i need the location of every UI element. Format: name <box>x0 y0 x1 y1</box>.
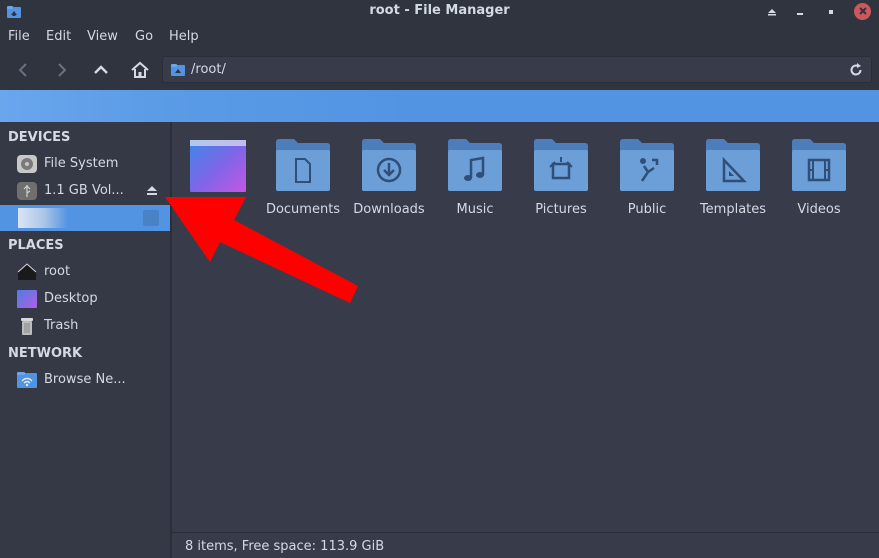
usb-drive-icon <box>17 182 37 200</box>
sidebar-item-label: Browse Ne... <box>44 372 126 387</box>
forward-button[interactable] <box>49 58 73 82</box>
file-item-label: Public <box>627 202 667 217</box>
pictures-folder-icon <box>534 139 588 191</box>
home-icon <box>131 61 149 78</box>
sidebar-item-label: root <box>44 264 71 279</box>
network-heading: NETWORK <box>8 346 83 361</box>
title-bar: root - File Manager <box>0 0 879 24</box>
file-item-label: Pictures <box>535 202 587 217</box>
forward-arrow-icon <box>58 63 67 77</box>
close-button[interactable] <box>854 3 871 20</box>
back-arrow-icon <box>18 63 27 77</box>
menu-file[interactable]: File <box>8 29 30 44</box>
sidebar-item-root[interactable]: root <box>0 259 170 285</box>
file-item-label: Videos <box>797 202 841 217</box>
videos-folder-icon <box>792 139 846 191</box>
desktop-icon <box>17 290 37 308</box>
blurred-content <box>0 90 420 122</box>
menu-edit[interactable]: Edit <box>46 29 71 44</box>
menu-go[interactable]: Go <box>135 29 153 44</box>
blurred-item <box>18 208 68 228</box>
sidebar: DEVICES File System 1.1 GB Vol... PLACES… <box>0 122 170 558</box>
devices-heading: DEVICES <box>8 130 71 145</box>
downloads-folder-icon <box>362 139 416 191</box>
home-button[interactable] <box>128 58 152 82</box>
shade-icon <box>768 9 776 16</box>
location-path[interactable]: /root/ <box>191 62 226 77</box>
location-bar[interactable]: /root/ <box>162 56 872 83</box>
menu-view[interactable]: View <box>87 29 118 44</box>
folder-home-icon <box>171 64 185 76</box>
maximize-icon <box>829 10 833 14</box>
file-item-label: Templates <box>699 202 767 217</box>
network-folder-icon <box>17 372 37 388</box>
public-folder-icon <box>620 139 674 191</box>
templates-folder-icon <box>706 139 760 191</box>
maximize-button[interactable] <box>822 3 840 21</box>
menu-help[interactable]: Help <box>169 29 199 44</box>
sidebar-item-trash[interactable]: Trash <box>0 313 170 339</box>
sidebar-item-file-system[interactable]: File System <box>0 151 170 177</box>
up-button[interactable] <box>89 58 113 82</box>
trash-icon <box>21 318 33 335</box>
shade-button[interactable] <box>763 3 781 21</box>
file-item-pictures[interactable]: Pictures <box>518 138 604 222</box>
sidebar-item-selected[interactable] <box>0 205 170 231</box>
file-item-music[interactable]: Music <box>432 138 518 222</box>
sidebar-item-label: Desktop <box>44 291 98 306</box>
file-item-public[interactable]: Public <box>604 138 690 222</box>
sidebar-item-volume[interactable]: 1.1 GB Vol... <box>0 178 170 204</box>
reload-icon[interactable] <box>847 61 865 79</box>
blurred-banner <box>0 90 879 122</box>
up-arrow-icon <box>94 65 108 74</box>
red-arrow-annotation <box>165 197 358 303</box>
places-heading: PLACES <box>8 238 64 253</box>
minimize-button[interactable] <box>791 3 809 21</box>
sidebar-item-browse-network[interactable]: Browse Ne... <box>0 367 170 393</box>
sidebar-item-label: File System <box>44 156 119 171</box>
sidebar-item-label: Trash <box>44 318 79 333</box>
window-title: root - File Manager <box>369 3 510 18</box>
back-button[interactable] <box>12 58 36 82</box>
menu-bar: File Edit View Go Help <box>0 26 879 50</box>
status-bar: 8 items, Free space: 113.9 GiB <box>172 532 879 558</box>
harddisk-icon <box>17 155 37 173</box>
file-item-videos[interactable]: Videos <box>776 138 862 222</box>
status-text: 8 items, Free space: 113.9 GiB <box>185 539 385 554</box>
sidebar-item-desktop[interactable]: Desktop <box>0 286 170 312</box>
music-folder-icon <box>448 139 502 191</box>
close-icon <box>858 7 867 15</box>
file-item-templates[interactable]: Templates <box>690 138 776 222</box>
sidebar-item-label: 1.1 GB Vol... <box>44 183 124 198</box>
home-icon <box>17 263 37 280</box>
file-item-label: Music <box>456 202 494 217</box>
minimize-icon <box>797 13 803 15</box>
